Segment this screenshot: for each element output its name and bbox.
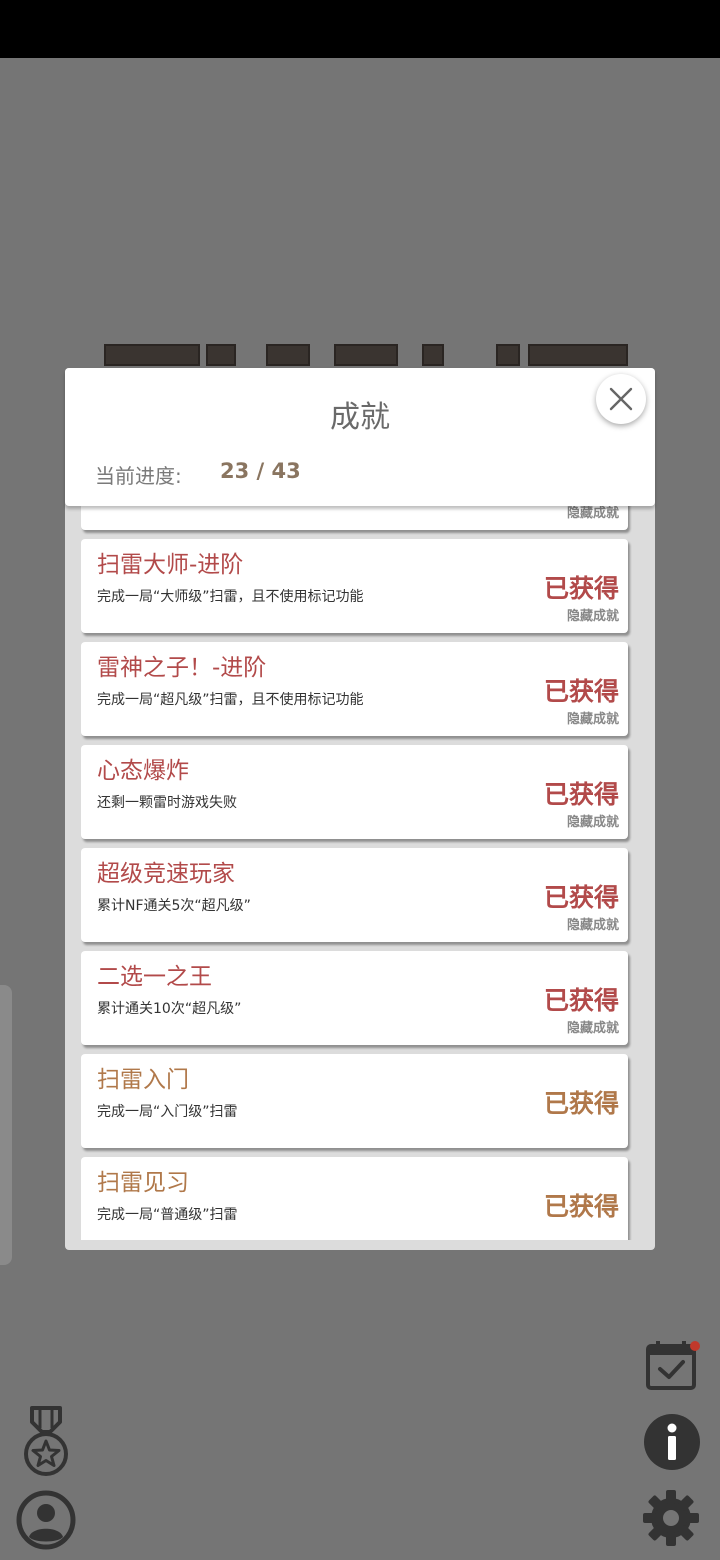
achievement-card: 超级竞速玩家 累计NF通关5次“超凡级” 已获得 隐藏成就 — [81, 848, 628, 942]
achievement-name: 超级竞速玩家 — [97, 861, 235, 887]
achievement-desc: 还剩一颗雷时游戏失败 — [97, 795, 237, 811]
achievement-status: 已获得 — [543, 1192, 619, 1221]
settings-button[interactable] — [641, 1488, 701, 1548]
achievement-card: 扫雷入门 完成一局“入门级”扫雷 已获得 — [81, 1054, 628, 1148]
achievement-card: 隐藏成就 — [81, 506, 628, 530]
status-bar — [0, 0, 720, 58]
achievements-button[interactable] — [20, 1406, 72, 1478]
gear-icon — [643, 1490, 699, 1546]
close-icon — [609, 387, 633, 411]
achievement-status: 已获得 — [543, 883, 619, 912]
dialog-title: 成就 — [330, 400, 390, 435]
achievement-status: 已获得 — [543, 986, 619, 1015]
achievement-desc: 累计NF通关5次“超凡级” — [97, 898, 251, 914]
achievement-card: 心态爆炸 还剩一颗雷时游戏失败 已获得 隐藏成就 — [81, 745, 628, 839]
daily-checkin-button[interactable] — [644, 1338, 702, 1392]
achievement-desc: 完成一局“普通级”扫雷 — [97, 1207, 238, 1223]
hidden-achievement-tag: 隐藏成就 — [566, 609, 619, 624]
progress-label: 当前进度: — [95, 464, 182, 488]
calendar-check-icon — [646, 1341, 700, 1390]
achievement-card: 扫雷见习 完成一局“普通级”扫雷 已获得 — [81, 1157, 628, 1240]
achievement-card: 雷神之子！-进阶 完成一局“超凡级”扫雷，且不使用标记功能 已获得 隐藏成就 — [81, 642, 628, 736]
hidden-achievement-tag: 隐藏成就 — [566, 1021, 619, 1036]
info-button[interactable] — [643, 1413, 701, 1471]
progress-value: 23 / 43 — [220, 459, 301, 483]
dialog-header: 成就 当前进度: 23 / 43 — [65, 368, 655, 506]
achievement-status: 已获得 — [543, 1089, 619, 1118]
profile-button[interactable] — [16, 1490, 76, 1550]
profile-icon — [16, 1490, 76, 1550]
achievement-name: 扫雷大师-进阶 — [97, 552, 244, 578]
medal-star-icon — [24, 1406, 68, 1476]
close-button[interactable] — [596, 374, 646, 424]
achievement-status: 已获得 — [543, 677, 619, 706]
achievements-dialog: 成就 当前进度: 23 / 43 隐藏成就 扫雷大师-进阶 完成一局“大师级”扫… — [65, 368, 655, 1250]
side-drawer-handle[interactable] — [0, 985, 12, 1265]
achievement-name: 心态爆炸 — [97, 758, 189, 784]
achievement-name: 扫雷入门 — [97, 1067, 189, 1093]
achievement-name: 扫雷见习 — [97, 1170, 189, 1196]
hidden-achievement-tag: 隐藏成就 — [566, 712, 619, 727]
achievement-card: 扫雷大师-进阶 完成一局“大师级”扫雷，且不使用标记功能 已获得 隐藏成就 — [81, 539, 628, 633]
achievement-desc: 完成一局“超凡级”扫雷，且不使用标记功能 — [97, 692, 364, 708]
achievement-status: 已获得 — [543, 780, 619, 809]
achievement-card: 二选一之王 累计通关10次“超凡级” 已获得 隐藏成就 — [81, 951, 628, 1045]
hidden-achievement-tag: 隐藏成就 — [566, 918, 619, 933]
achievement-status: 已获得 — [543, 574, 619, 603]
hidden-achievement-tag: 隐藏成就 — [566, 506, 619, 521]
game-title-logo — [100, 340, 630, 370]
achievement-desc: 完成一局“大师级”扫雷，且不使用标记功能 — [97, 589, 364, 605]
achievement-desc: 完成一局“入门级”扫雷 — [97, 1104, 238, 1120]
achievement-name: 二选一之王 — [97, 964, 212, 990]
info-icon — [644, 1414, 700, 1470]
achievement-desc: 累计通关10次“超凡级” — [97, 1001, 242, 1017]
achievement-name: 雷神之子！-进阶 — [97, 655, 267, 681]
hidden-achievement-tag: 隐藏成就 — [566, 815, 619, 830]
achievement-list[interactable]: 隐藏成就 扫雷大师-进阶 完成一局“大师级”扫雷，且不使用标记功能 已获得 隐藏… — [65, 506, 655, 1240]
